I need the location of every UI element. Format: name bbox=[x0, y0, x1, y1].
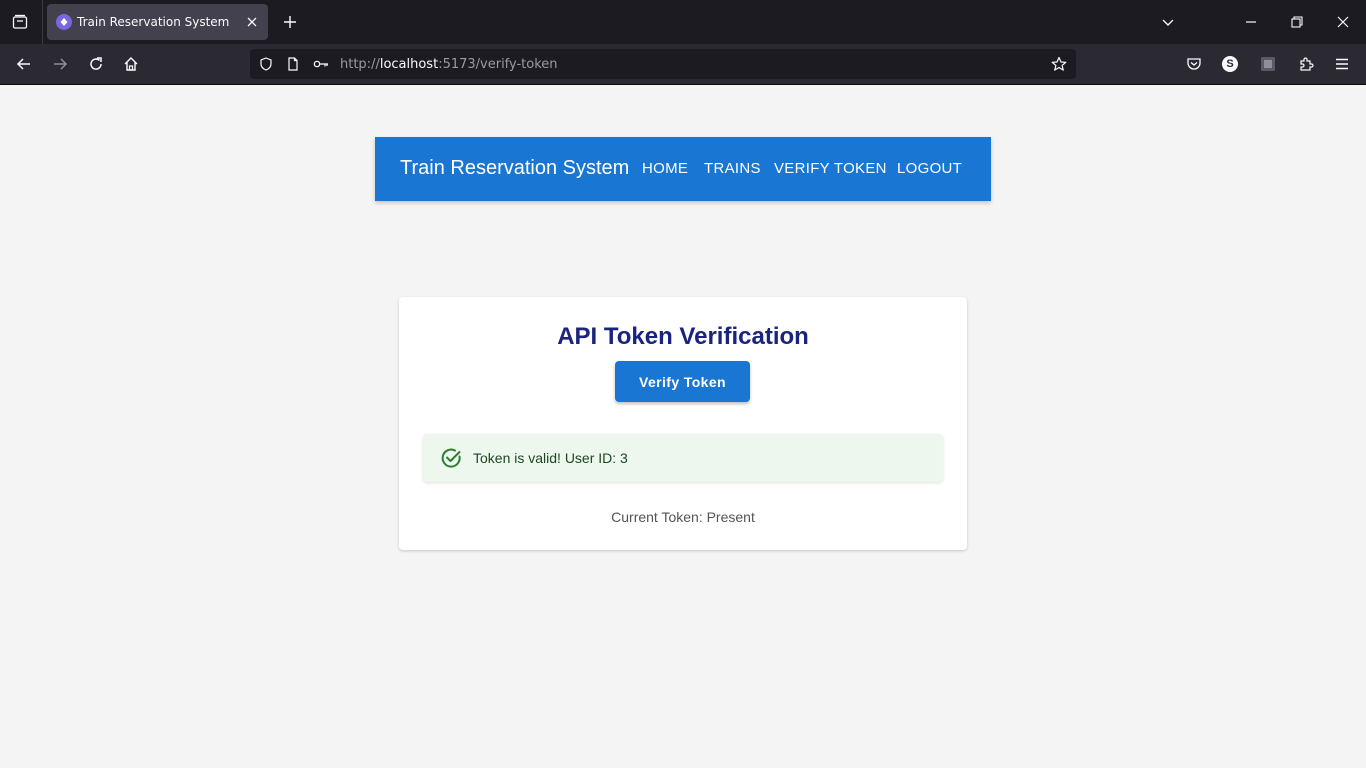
new-tab-icon[interactable] bbox=[280, 12, 300, 32]
home-icon[interactable] bbox=[121, 54, 141, 74]
key-icon[interactable] bbox=[313, 56, 329, 72]
forward-arrow-icon[interactable] bbox=[50, 54, 70, 74]
app-title: Train Reservation System bbox=[400, 157, 630, 179]
extensions-puzzle-icon[interactable] bbox=[1296, 54, 1316, 74]
close-tab-icon[interactable] bbox=[244, 14, 260, 30]
token-status-text: Current Token: Present bbox=[611, 509, 755, 525]
tab-list-icon[interactable] bbox=[8, 10, 32, 34]
nav-link-verify-token[interactable]: VERIFY TOKEN bbox=[774, 160, 887, 177]
check-circle-icon bbox=[441, 448, 461, 468]
app-header: Train Reservation System HOME TRAINS VER… bbox=[375, 137, 991, 201]
extension-square-icon[interactable] bbox=[1258, 54, 1278, 74]
page-title: API Token Verification bbox=[557, 323, 809, 350]
alert-message: Token is valid! User ID: 3 bbox=[473, 450, 628, 466]
browser-toolbar: http://localhost:5173/verify-token S bbox=[0, 44, 1366, 85]
nav-link-home[interactable]: HOME bbox=[642, 160, 688, 177]
reload-icon[interactable] bbox=[86, 54, 106, 74]
success-alert: Token is valid! User ID: 3 bbox=[423, 434, 943, 482]
chevron-down-icon[interactable] bbox=[1158, 12, 1178, 32]
minimize-icon[interactable] bbox=[1241, 12, 1261, 32]
profile-avatar[interactable]: S bbox=[1222, 56, 1238, 72]
tab-title: Train Reservation System bbox=[77, 15, 230, 29]
page-icon[interactable] bbox=[285, 56, 301, 72]
close-window-icon[interactable] bbox=[1333, 12, 1353, 32]
nav-link-logout[interactable]: LOGOUT bbox=[897, 160, 962, 177]
url-text[interactable]: http://localhost:5173/verify-token bbox=[340, 57, 558, 72]
app-favicon-icon bbox=[56, 14, 72, 30]
back-arrow-icon[interactable] bbox=[14, 54, 34, 74]
nav-link-trains[interactable]: TRAINS bbox=[704, 160, 761, 177]
tab-separator bbox=[42, 0, 43, 44]
address-bar[interactable]: http://localhost:5173/verify-token bbox=[250, 49, 1076, 79]
browser-tab-bar: Train Reservation System bbox=[0, 0, 1366, 44]
shield-icon[interactable] bbox=[258, 56, 274, 72]
hamburger-menu-icon[interactable] bbox=[1332, 54, 1352, 74]
token-verification-card: API Token Verification Verify Token Toke… bbox=[399, 297, 967, 550]
verify-token-button[interactable]: Verify Token bbox=[615, 361, 750, 402]
browser-tab-active[interactable]: Train Reservation System bbox=[47, 4, 268, 40]
pocket-icon[interactable] bbox=[1184, 54, 1204, 74]
restore-icon[interactable] bbox=[1287, 12, 1307, 32]
bookmark-star-icon[interactable] bbox=[1051, 56, 1067, 72]
